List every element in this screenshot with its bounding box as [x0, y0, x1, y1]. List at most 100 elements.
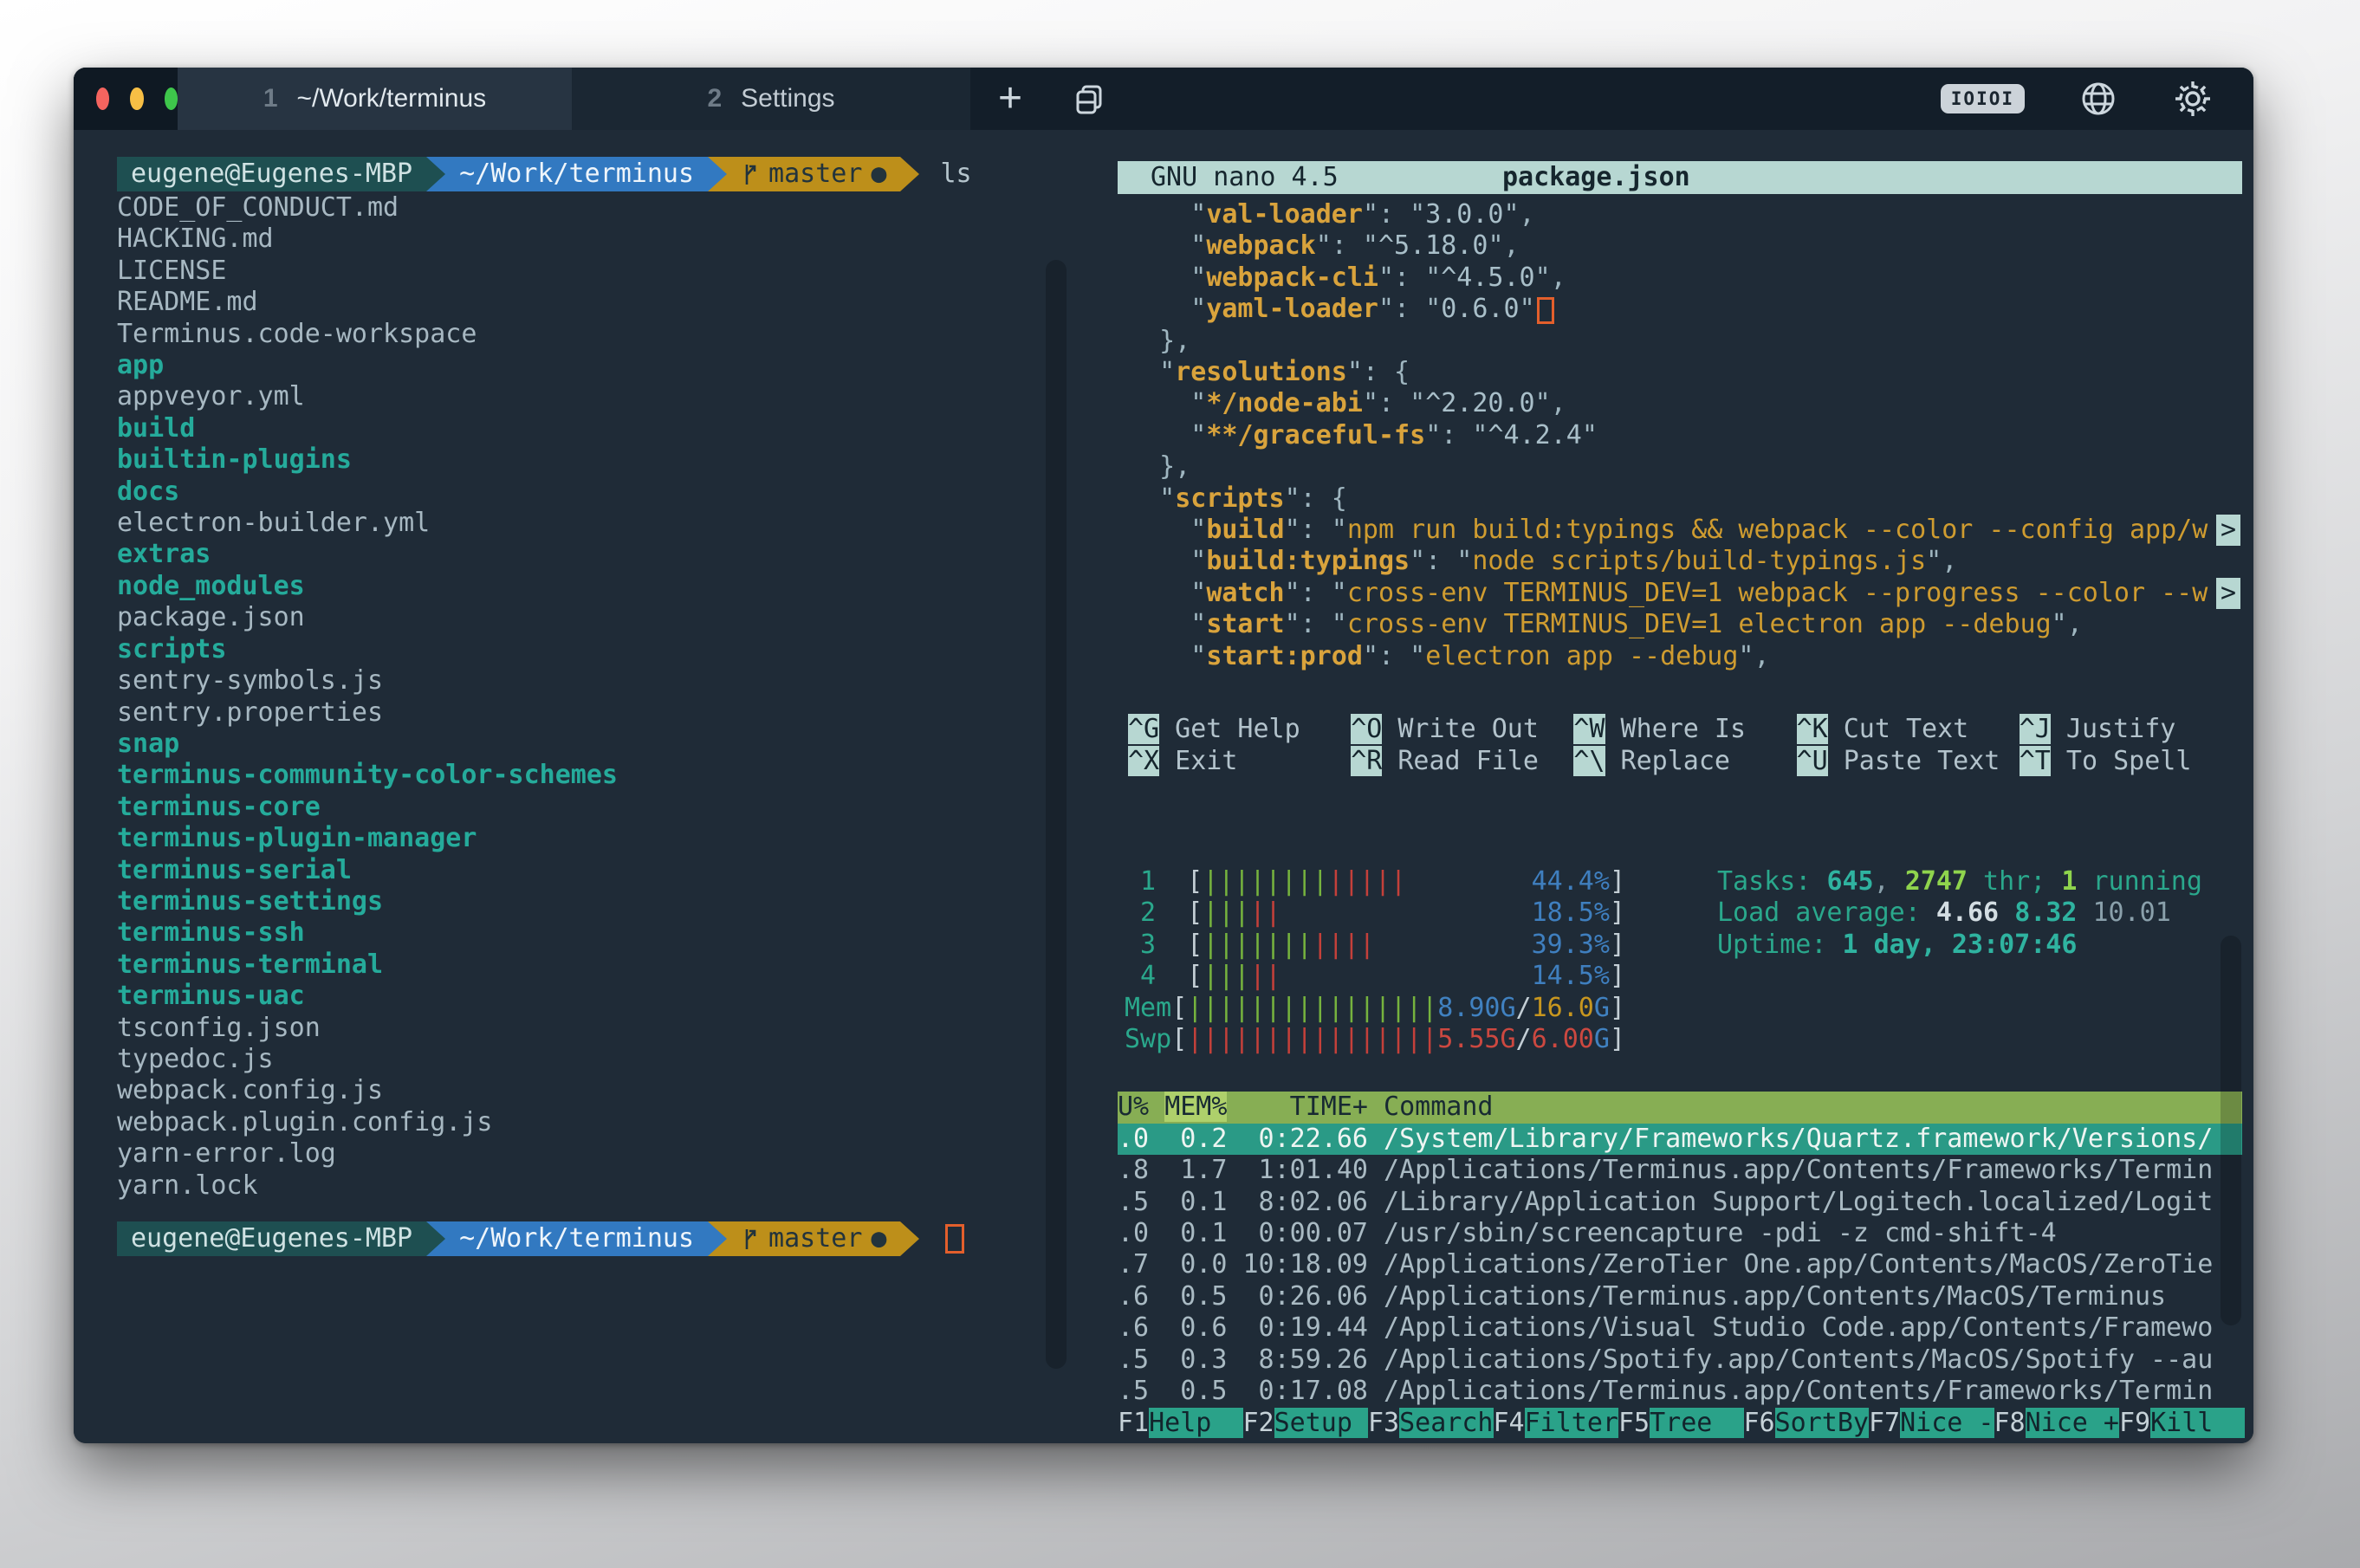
nano-line: "scripts": {: [1128, 483, 1347, 514]
ls-entry: yarn-error.log: [117, 1138, 336, 1170]
panes-area: eugene@Eugenes-MBP ~/Work/terminus master ●…: [74, 130, 2253, 1443]
htop-meter: 4 [||||| 14.5%]: [1125, 961, 1625, 992]
process-row: .6 0.6 0:19.44 /Applications/Visual Stud…: [1118, 1312, 2214, 1344]
globe-icon[interactable]: [2078, 79, 2118, 119]
ls-entry: app: [117, 350, 165, 381]
prompt-git-segment: master ●: [727, 1221, 901, 1256]
split-pane-button[interactable]: [1050, 68, 1130, 130]
nano-line: "webpack": "^5.18.0",: [1128, 230, 1520, 262]
plus-icon: +: [997, 75, 1023, 121]
nano-shortcut: ^G Get Help: [1128, 714, 1300, 745]
ls-entry: webpack.plugin.config.js: [117, 1106, 493, 1137]
nano-shortcut: ^J Justify: [2019, 714, 2176, 745]
process-row: .5 0.5 0:17.08 /Applications/Terminus.ap…: [1118, 1376, 2214, 1407]
nano-line: "yaml-loader": "0.6.0": [1128, 294, 2242, 325]
git-branch-icon: [741, 1226, 760, 1252]
ls-entry: LICENSE: [117, 255, 227, 286]
ls-entry: terminus-terminal: [117, 949, 384, 980]
git-branch-icon: [741, 161, 760, 187]
prompt-cwd-segment: ~/Work/terminus: [445, 1221, 709, 1256]
powerline-arrow: [900, 1221, 920, 1256]
nano-version: GNU nano 4.5: [1151, 161, 1339, 192]
prompt-git-segment: master ●: [727, 157, 901, 191]
nano-shortcut: ^K Cut Text: [1796, 714, 1969, 745]
powerline-arrow: [708, 157, 728, 191]
process-row: .5 0.3 8:59.26 /Applications/Spotify.app…: [1118, 1344, 2214, 1375]
nano-line: "build:typings": "node scripts/build-typ…: [1128, 546, 1958, 577]
nano-line: "watch": "cross-env TERMINUS_DEV=1 webpa…: [1128, 577, 2242, 610]
ls-entry: node_modules: [117, 570, 305, 601]
ls-entry: sentry-symbols.js: [117, 665, 384, 697]
tab-label: Settings: [741, 84, 835, 113]
process-row: .0 0.1 0:00.07 /usr/sbin/screencapture -…: [1118, 1218, 2057, 1249]
right-pane-scrollbar[interactable]: [2221, 936, 2241, 1325]
nano-shortcut: ^W Where Is: [1573, 714, 1747, 745]
nano-line: "**/graceful-fs": "^4.2.4": [1128, 419, 1598, 450]
process-row: .5 0.1 8:02.06 /Library/Application Supp…: [1118, 1186, 2214, 1217]
nano-title-bar: GNU nano 4.5 package.json: [1118, 161, 2242, 194]
htop-summary-line: Tasks: 645, 2747 thr; 1 running: [1717, 866, 2202, 897]
htop-meters: 1 [||||||||||||| 44.4%] 2 [||||| 18.5%] …: [1118, 866, 2242, 1055]
nano-shortcut-bar: ^G Get Help ^O Write Out ^W Where Is ^K Cut…: [1118, 714, 2242, 777]
ls-entry: CODE_OF_CONDUCT.md: [117, 192, 399, 223]
tabbar-spacer: [1130, 68, 1941, 130]
nano-shortcut: ^R Read File: [1351, 745, 1539, 776]
new-tab-button[interactable]: +: [970, 68, 1050, 130]
powerline-arrow: [426, 157, 446, 191]
ls-entry: Terminus.code-workspace: [117, 318, 477, 349]
process-row: .7 0.0 10:18.09 /Applications/ZeroTier O…: [1118, 1249, 2214, 1280]
prompt-user-segment: eugene@Eugenes-MBP: [117, 1221, 427, 1256]
duplicate-icon: [1071, 80, 1109, 118]
process-table-header: U% MEM% TIME+ Command: [1118, 1092, 2242, 1124]
tab-index: 2: [707, 84, 723, 113]
nano-line: "*/node-abi": "^2.20.0",: [1128, 388, 1566, 419]
window-controls: [74, 68, 178, 130]
git-dirty-dot: ●: [871, 1222, 887, 1254]
shell-prompt: eugene@Eugenes-MBP ~/Work/terminus master ●: [117, 1221, 1071, 1257]
prompt-cwd-segment: ~/Work/terminus: [445, 157, 709, 191]
htop-process-table: U% MEM% TIME+ Command .0 0.2 0:22.66 /Sys…: [1118, 1092, 2242, 1407]
shell-prompt: eugene@Eugenes-MBP ~/Work/terminus master ●…: [117, 156, 1071, 192]
left-pane-scrollbar[interactable]: [1046, 260, 1067, 1369]
tab-settings[interactable]: 2 Settings: [572, 68, 970, 130]
ls-entry: README.md: [117, 287, 258, 318]
nano-filename: package.json: [1502, 161, 1690, 192]
tab-work-terminus[interactable]: 1 ~/Work/terminus: [178, 68, 572, 130]
ls-entry: tsconfig.json: [117, 1012, 321, 1043]
ls-entry: terminus-plugin-manager: [117, 823, 477, 854]
prompt-user-segment: eugene@Eugenes-MBP: [117, 157, 427, 191]
minimize-button[interactable]: [130, 87, 144, 110]
htop-meter: Mem[||||||||||||||||8.90G/16.0G]: [1125, 992, 1625, 1023]
nano-shortcut: ^U Paste Text: [1796, 745, 2000, 776]
shell-pane[interactable]: eugene@Eugenes-MBP ~/Work/terminus master ●…: [74, 130, 1083, 1443]
ls-entry: terminus-uac: [117, 981, 305, 1012]
nano-line: },: [1128, 325, 1191, 356]
ls-entry: builtin-plugins: [117, 444, 352, 476]
htop-pane[interactable]: 1 [||||||||||||| 44.4%] 2 [||||| 18.5%] …: [1118, 866, 2245, 1439]
nano-line: "resolutions": {: [1128, 357, 1410, 388]
close-button[interactable]: [96, 87, 110, 110]
nano-shortcut-row: ^G Get Help ^O Write Out ^W Where Is ^K Cut…: [1128, 714, 2242, 745]
ls-entry: terminus-community-color-schemes: [117, 760, 618, 791]
ls-entry: snap: [117, 728, 180, 759]
nano-shortcut: ^O Write Out: [1351, 714, 1539, 745]
ls-entry: yarn.lock: [117, 1170, 258, 1201]
serial-ports-icon[interactable]: IOIOI: [1940, 84, 2025, 113]
ls-entry: build: [117, 412, 196, 444]
git-dirty-dot: ●: [871, 158, 887, 189]
ls-entry: sentry.properties: [117, 697, 384, 728]
gear-icon[interactable]: [2172, 78, 2214, 120]
nano-line: },: [1128, 451, 1191, 483]
terminal-window: 1 ~/Work/terminus 2 Settings + IOIOI eug…: [74, 68, 2253, 1443]
nano-shortcut-row: ^X Exit ^R Read File ^\ Replace ^U Paste Te…: [1128, 745, 2242, 777]
ls-entry: package.json: [117, 602, 305, 633]
ls-entry: webpack.config.js: [117, 1075, 384, 1106]
nano-pane[interactable]: GNU nano 4.5 package.json "val-loader": …: [1118, 161, 2242, 777]
htop-function-key-bar: F1Help F2Setup F3SearchF4FilterF5Tree F6…: [1118, 1407, 2245, 1438]
ls-entry: scripts: [117, 633, 227, 664]
nano-line: "start:prod": "electron app --debug",: [1128, 640, 1770, 671]
ls-entry: extras: [117, 539, 211, 570]
ls-entry: typedoc.js: [117, 1043, 274, 1074]
zoom-button[interactable]: [164, 87, 178, 110]
nano-editor-content: "val-loader": "3.0.0", "webpack": "^5.18…: [1118, 194, 2242, 672]
